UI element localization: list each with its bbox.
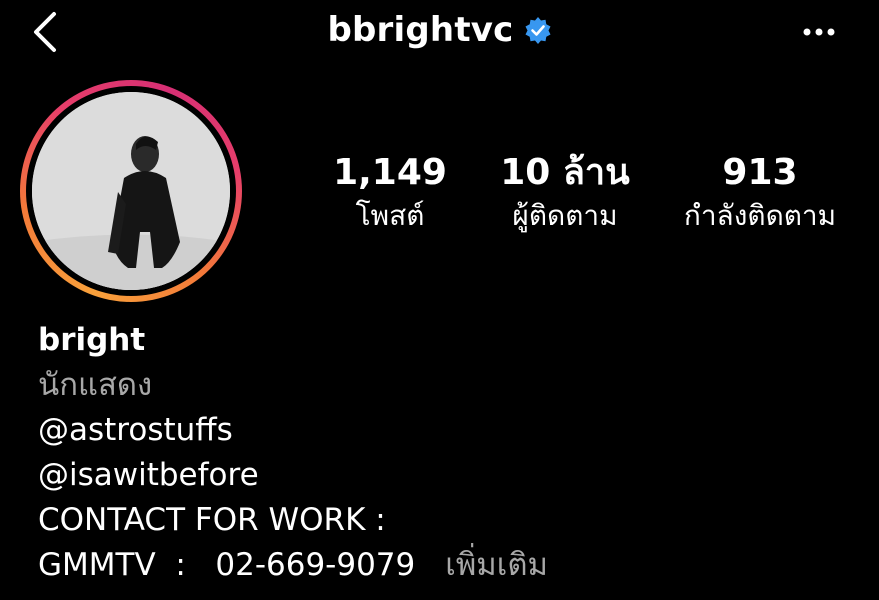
profile-stats: 1,149 โพสต์ 10 ล้าน ผู้ติดตาม 913 กำลังต… xyxy=(320,150,860,250)
posts-stat[interactable]: 1,149 โพสต์ xyxy=(320,150,460,236)
top-bar: bbrightvc xyxy=(0,0,879,70)
verified-badge-icon xyxy=(525,17,550,44)
followers-stat[interactable]: 10 ล้าน ผู้ติดตาม xyxy=(490,150,640,236)
profile-bio: bright นักแสดง @astrostuffs @isawitbefor… xyxy=(38,318,548,588)
story-ring[interactable] xyxy=(20,80,242,302)
more-options-button[interactable] xyxy=(799,18,839,46)
profile-avatar xyxy=(32,92,230,290)
more-horizontal-icon xyxy=(803,28,835,36)
see-more-link[interactable]: เพิ่มเติม xyxy=(445,547,548,583)
avatar-photo xyxy=(32,92,230,290)
posts-count: 1,149 xyxy=(333,152,447,193)
followers-count: 10 ล้าน xyxy=(500,152,630,193)
bio-text-line: GMMTV : 02-669-9079 xyxy=(38,547,416,583)
username-text: bbrightvc xyxy=(327,10,514,50)
posts-label: โพสต์ xyxy=(355,199,425,232)
bio-contact-line: GMMTV : 02-669-9079 เพิ่มเติม xyxy=(38,543,548,588)
bio-text-line: CONTACT FOR WORK : xyxy=(38,502,386,538)
bio-mention-link[interactable]: @isawitbefore xyxy=(38,453,548,498)
display-name: bright xyxy=(38,322,146,358)
profile-category: นักแสดง xyxy=(38,367,153,403)
following-stat[interactable]: 913 กำลังติดตาม xyxy=(660,150,860,236)
bio-mention-link[interactable]: @astrostuffs xyxy=(38,408,548,453)
following-label: กำลังติดตาม xyxy=(683,199,837,232)
following-count: 913 xyxy=(722,152,798,193)
followers-label: ผู้ติดตาม xyxy=(512,199,618,232)
profile-username-title: bbrightvc xyxy=(327,10,551,50)
